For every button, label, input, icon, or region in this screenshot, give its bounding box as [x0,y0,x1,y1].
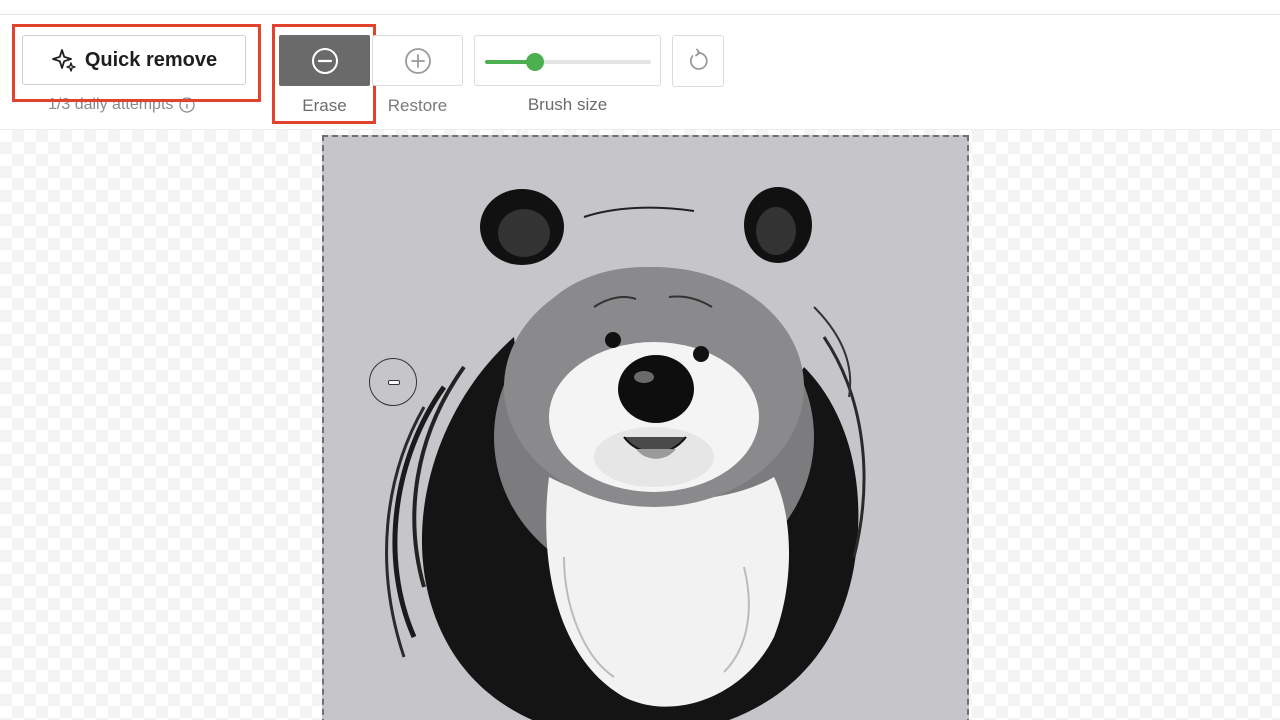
quick-remove-button[interactable]: Quick remove [22,35,246,85]
quick-remove-label: Quick remove [84,48,218,71]
brush-size-control [474,35,661,86]
bear-image[interactable] [322,135,969,720]
restore-label: Restore [387,96,448,115]
bear-illustration [385,187,866,720]
editor-toolbar: Quick remove 1/3 daily attempts Erase Re… [0,15,1280,130]
sparkle-icon [51,49,76,72]
brush-size-label: Brush size [527,95,608,114]
plus-circle-icon [404,47,431,74]
daily-attempts-info: 1/3 daily attempts [48,95,196,115]
brush-size-thumb[interactable] [525,53,544,71]
info-icon[interactable] [179,97,196,113]
top-divider [0,0,1280,15]
restore-tool-button[interactable] [372,35,463,86]
minus-circle-icon [311,47,338,74]
erase-label: Erase [302,96,347,115]
erase-tool-button[interactable] [279,35,370,86]
brush-size-slider[interactable] [485,53,651,71]
canvas-workspace[interactable] [0,130,1280,720]
daily-attempts-text: 1/3 daily attempts [48,96,174,113]
reset-icon [689,48,708,70]
reset-button[interactable] [672,35,724,87]
